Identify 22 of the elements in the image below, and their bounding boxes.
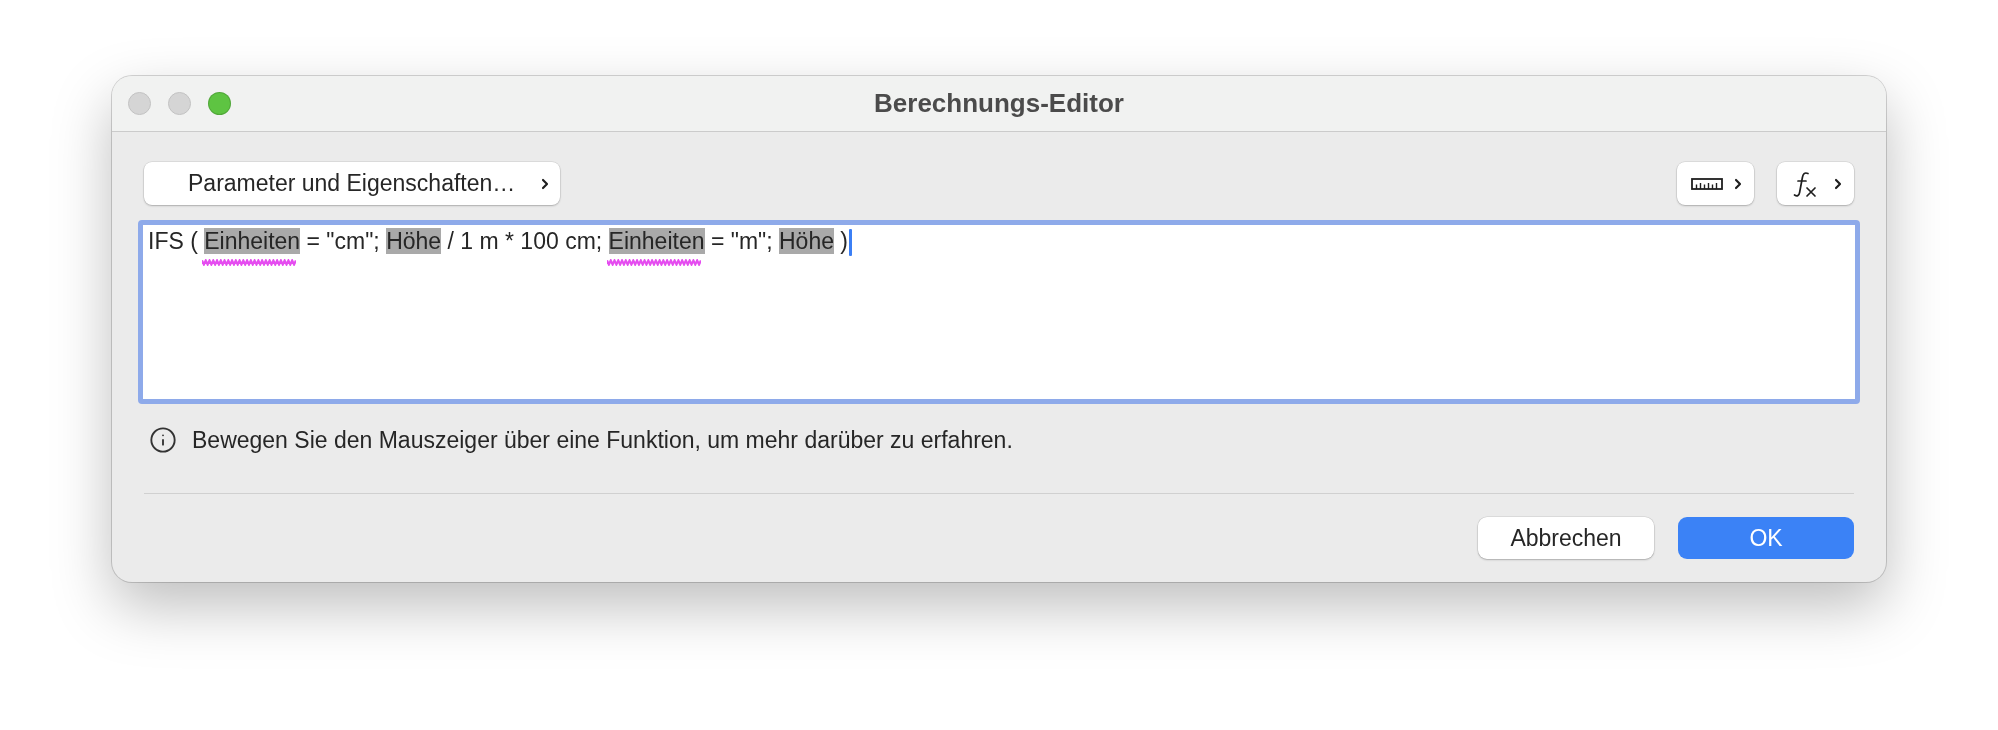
formula-editor[interactable]: IFS ( Einheiten = "cm"; Höhe / 1 m * 100 cm; Einheiten = "m"; Höhe ) [138, 220, 1860, 404]
ruler-button[interactable] [1677, 162, 1754, 205]
cancel-button[interactable]: Abbrechen [1478, 517, 1654, 559]
ok-button[interactable]: OK [1678, 517, 1854, 559]
ruler-icon [1691, 177, 1723, 190]
parameter-token: Höhe [386, 228, 442, 254]
text-cursor [849, 229, 853, 257]
parameter-menu-button[interactable]: Parameter und Eigenschaften… [144, 162, 560, 205]
formula-text: / 1 m * 100 cm; [446, 228, 604, 254]
parameter-token: Höhe [779, 228, 834, 254]
window-title: Berechnungs-Editor [874, 88, 1124, 119]
zoom-button[interactable] [208, 92, 231, 115]
parameter-token: Einheiten [204, 228, 301, 254]
hint-text: Bewegen Sie den Mauszeiger über eine Funktion, um mehr darüber zu erfahren. [192, 426, 1013, 454]
formula-text: = "m"; [709, 228, 774, 254]
parameter-token: Einheiten [608, 228, 705, 254]
info-icon [149, 426, 177, 454]
formula-text: ) [839, 228, 849, 254]
function-button[interactable] [1777, 162, 1854, 205]
formula-text: IFS ( [148, 228, 199, 254]
function-icon [1791, 169, 1819, 198]
formula-text: = "cm"; [305, 228, 381, 254]
